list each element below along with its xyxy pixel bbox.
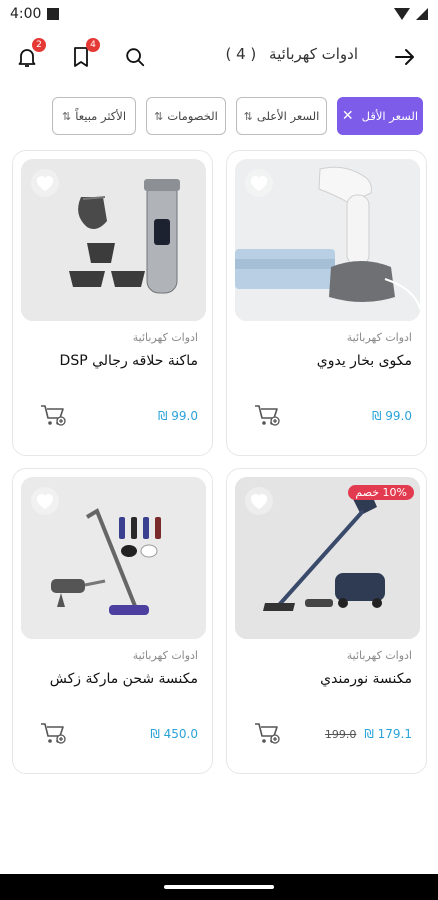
status-bar: 4:00 [0,0,438,28]
filter-highest-price[interactable]: السعر الأعلى ⇅ [236,97,327,135]
notifications-badge: 2 [32,38,46,52]
search-icon [126,48,145,67]
add-to-cart-icon[interactable] [253,719,281,747]
filter-label: السعر الأعلى [256,109,320,123]
sort-icon: ⇅ [243,109,253,123]
product-old-price: 199.0 [324,727,357,741]
filter-bar: السعر الأقل ✕ السعر الأعلى ⇅ الخصومات ⇅ … [0,97,438,135]
add-to-cart-icon[interactable] [39,401,67,429]
app-header: 2 4 ادوات كهربائية ( 4 ) [0,36,438,78]
product-card[interactable]: 10% خصم ادوات كهربائية مكنسة نورمندي 179… [226,468,427,774]
product-image-cordless-vacuum[interactable] [21,477,206,639]
product-price-row: 179.1 ₪ 199.0 [325,727,412,741]
product-name[interactable]: مكنسة شحن ماركة زكش [50,671,198,687]
screen: 4:00 2 4 ادوات كهربائية (4) السعر الأق… [0,0,438,900]
status-time: 4:00 [10,6,42,22]
status-right [394,8,428,20]
product-price: 450.0 ₪ [150,727,198,741]
product-price: 179.1 ₪ [364,727,412,741]
add-to-cart-icon[interactable] [253,401,281,429]
heart-icon[interactable] [31,487,59,515]
heart-icon[interactable] [31,169,59,197]
filter-best-selling[interactable]: الأكثر مبيعاً ⇅ [52,97,136,135]
notifications-button[interactable]: 2 [12,38,46,72]
filter-label: الخصومات [167,109,218,123]
product-category: ادوات كهربائية [346,331,412,344]
product-card[interactable]: ادوات كهربائية ماكنة حلاقه رجالي DSP 99.… [12,150,213,456]
product-card[interactable]: ادوات كهربائية مكوى بخار يدوي 99.0 ₪ [226,150,427,456]
system-nav-bar [0,874,438,900]
product-image-clipper[interactable] [21,159,206,321]
notification-status-icon [47,8,60,20]
sort-icon: ⇅ [61,109,72,123]
page-title: ادوات كهربائية ( 4 ) [225,45,358,63]
product-price: 99.0 ₪ [372,409,412,423]
product-card[interactable]: ادوات كهربائية مكنسة شحن ماركة زكش 450.0… [12,468,213,774]
filter-lowest-price[interactable]: السعر الأقل ✕ [337,97,423,135]
product-price-row: 99.0 ₪ [372,409,412,423]
filter-label: الأكثر مبيعاً [75,109,127,123]
product-category: ادوات كهربائية [132,331,198,344]
page-title-text: ادوات كهربائية [269,45,358,63]
close-icon[interactable]: ✕ [342,108,354,124]
heart-icon[interactable] [245,487,273,515]
home-gesture-handle[interactable] [164,885,274,889]
filter-label: السعر الأقل [361,109,419,123]
back-arrow-icon [395,49,414,65]
product-count: ( 4 ) [225,45,257,63]
back-button[interactable] [390,42,420,72]
sort-icon: ⇅ [154,109,164,123]
discount-badge: 10% خصم [348,485,414,500]
product-name[interactable]: ماكنة حلاقه رجالي DSP [60,353,198,369]
product-price-row: 99.0 ₪ [158,409,198,423]
product-image-vacuum[interactable]: 10% خصم [235,477,420,639]
product-image-steamer[interactable] [235,159,420,321]
heart-icon[interactable] [245,169,273,197]
filter-discounts[interactable]: الخصومات ⇅ [146,97,226,135]
product-name[interactable]: مكنسة نورمندي [320,671,412,687]
product-price-row: 450.0 ₪ [150,727,198,741]
product-price: 99.0 ₪ [158,409,198,423]
search-button[interactable] [120,42,150,72]
signal-icon [416,8,428,20]
wishlist-button[interactable]: 4 [66,38,100,72]
add-to-cart-icon[interactable] [39,719,67,747]
wishlist-badge: 4 [86,38,100,52]
wifi-icon [394,8,410,20]
product-name[interactable]: مكوى بخار يدوي [317,353,412,369]
status-left: 4:00 [10,6,60,22]
product-category: ادوات كهربائية [132,649,198,662]
product-category: ادوات كهربائية [346,649,412,662]
